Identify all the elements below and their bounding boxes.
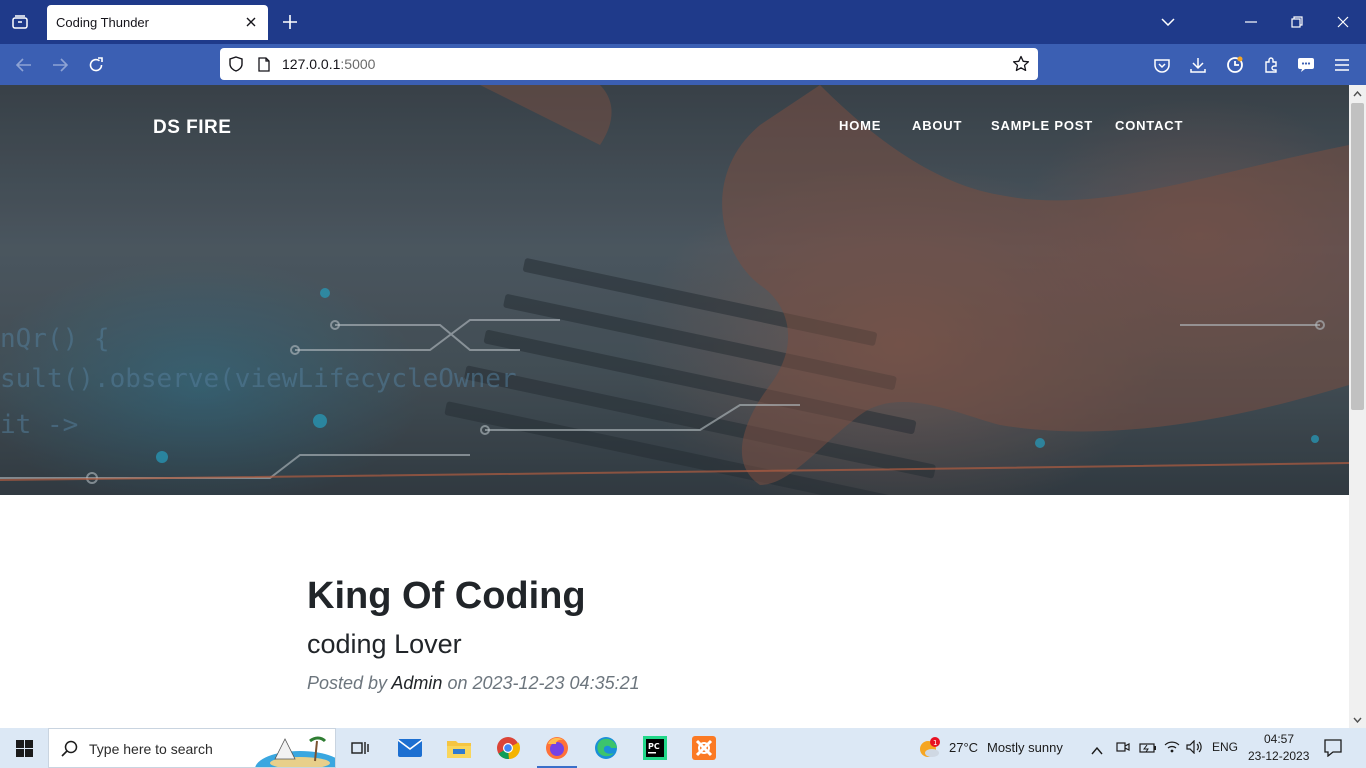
vertical-scrollbar[interactable] [1349, 85, 1366, 728]
scrollbar-thumb[interactable] [1351, 103, 1364, 410]
notifications-icon[interactable] [1324, 739, 1342, 762]
volume-icon[interactable] [1186, 739, 1204, 759]
search-icon [61, 740, 78, 762]
svg-text:PC: PC [648, 742, 660, 751]
nav-contact[interactable]: CONTACT [1115, 118, 1183, 133]
feedback-icon[interactable] [1293, 52, 1319, 78]
weather-temperature[interactable]: 27°C [949, 740, 978, 755]
back-icon[interactable] [11, 52, 37, 78]
shield-icon[interactable] [227, 55, 245, 73]
post-date: on 2023-12-23 04:35:21 [447, 673, 640, 693]
post-meta: Posted by Admin on 2023-12-23 04:35:21 [307, 673, 640, 694]
post-subtitle: coding Lover [307, 629, 462, 659]
forward-icon[interactable] [47, 52, 73, 78]
page-info-icon[interactable] [255, 55, 273, 73]
site-brand[interactable]: DS FIRE [153, 117, 231, 139]
weather-description[interactable]: Mostly sunny [987, 740, 1063, 755]
meet-now-icon[interactable] [1116, 740, 1130, 759]
taskbar-search-box[interactable]: Type here to search [48, 728, 336, 768]
windows-start-icon[interactable] [0, 728, 48, 768]
address-bar[interactable]: 127.0.0.1:5000 [220, 48, 1038, 80]
pocket-icon[interactable] [1149, 52, 1175, 78]
clock-date[interactable]: 23-12-2023 [1248, 749, 1309, 763]
url-host: 127.0.0.1 [282, 56, 341, 72]
nav-sample-post[interactable]: SAMPLE POST [991, 118, 1093, 133]
browser-tab[interactable]: Coding Thunder [47, 5, 268, 40]
scroll-up-arrow-icon[interactable] [1349, 85, 1366, 102]
tab-title: Coding Thunder [56, 15, 149, 30]
windows-taskbar: Type here to search PC 1 27°C Mostly sun… [0, 728, 1366, 768]
nav-home[interactable]: HOME [839, 118, 881, 133]
scroll-down-arrow-icon[interactable] [1349, 711, 1366, 728]
battery-icon[interactable] [1139, 741, 1157, 759]
bookmark-star-icon[interactable] [1012, 55, 1030, 73]
new-tab-icon[interactable] [278, 10, 302, 34]
close-tab-icon[interactable] [242, 13, 260, 31]
url-port: :5000 [340, 56, 376, 72]
restore-icon[interactable] [1283, 8, 1311, 36]
pycharm-icon[interactable]: PC [631, 728, 679, 768]
close-window-icon[interactable] [1329, 8, 1357, 36]
extensions-icon[interactable] [1258, 52, 1284, 78]
tab-overflow-chevron-icon[interactable] [1154, 8, 1182, 36]
post-author-link[interactable]: Admin [391, 673, 442, 693]
chrome-icon[interactable] [484, 728, 532, 768]
search-placeholder: Type here to search [89, 741, 213, 757]
mail-app-icon[interactable] [386, 728, 434, 768]
nav-about[interactable]: ABOUT [912, 118, 962, 133]
account-icon[interactable] [1222, 52, 1248, 78]
downloads-icon[interactable] [1185, 52, 1211, 78]
post-title: King Of Coding [307, 575, 586, 617]
weather-badge: 1 [933, 739, 937, 747]
file-explorer-icon[interactable] [435, 728, 483, 768]
wifi-icon[interactable] [1164, 740, 1180, 759]
firefox-icon[interactable] [533, 728, 581, 768]
weather-icon[interactable]: 1 [918, 737, 940, 764]
post-meta-prefix: Posted by [307, 673, 388, 693]
edge-icon[interactable] [582, 728, 630, 768]
clock-time[interactable]: 04:57 [1264, 732, 1294, 746]
minimize-icon[interactable] [1237, 8, 1265, 36]
browser-tab-bar: Coding Thunder [0, 0, 1366, 44]
task-view-icon[interactable] [336, 728, 384, 768]
xampp-icon[interactable] [680, 728, 728, 768]
input-language[interactable]: ENG [1212, 740, 1238, 754]
url-text: 127.0.0.1:5000 [282, 56, 375, 72]
list-all-tabs-icon[interactable] [8, 10, 32, 34]
reload-icon[interactable] [83, 52, 109, 78]
page-viewport: nQr() { sult().observe(viewLifecycleOwne… [0, 85, 1349, 728]
hero-overlay [0, 85, 1349, 495]
hero-header: nQr() { sult().observe(viewLifecycleOwne… [0, 85, 1349, 495]
browser-toolbar: 127.0.0.1:5000 [0, 44, 1366, 85]
show-hidden-icons-chevron-icon[interactable] [1091, 742, 1103, 760]
search-highlight-illustration [255, 729, 335, 767]
hamburger-menu-icon[interactable] [1329, 52, 1355, 78]
